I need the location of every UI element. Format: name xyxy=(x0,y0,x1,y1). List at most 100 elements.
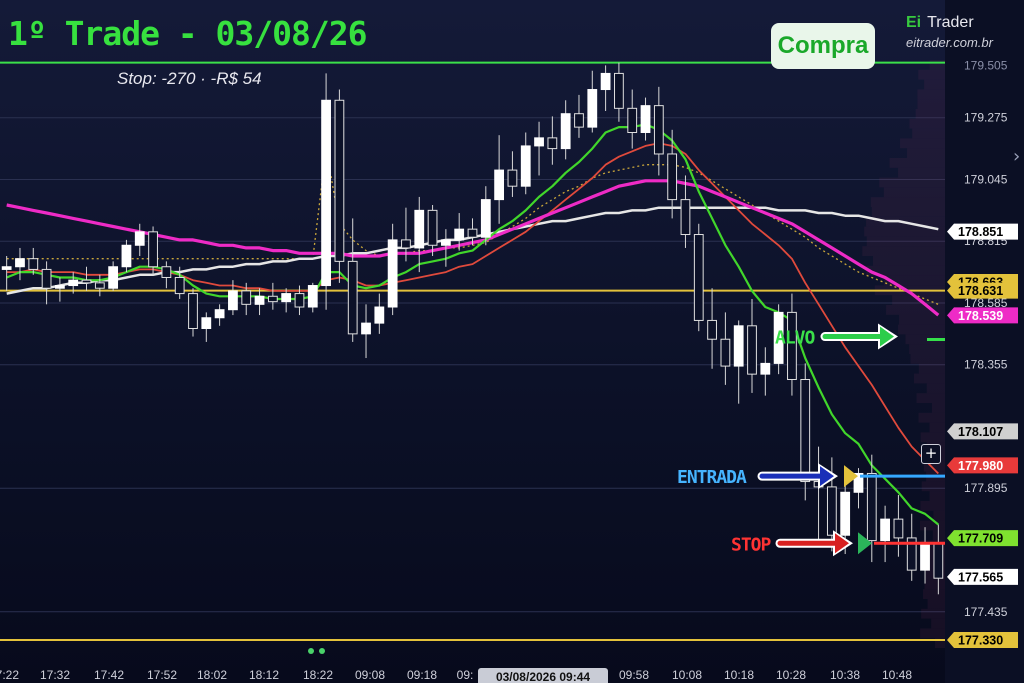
x-tick-label: 09:18 xyxy=(407,668,437,682)
candle-body xyxy=(361,322,371,335)
volume-profile-bar xyxy=(915,109,945,119)
volume-profile-bar xyxy=(926,383,945,394)
candle xyxy=(866,454,877,563)
candle-body xyxy=(81,279,92,284)
candle-body xyxy=(347,260,358,335)
candle-body xyxy=(148,231,158,268)
candle-body xyxy=(454,228,465,241)
ema-fast-line xyxy=(6,123,939,526)
candle-body xyxy=(693,234,704,321)
candle-body xyxy=(55,285,65,289)
candle xyxy=(547,116,558,165)
candle-body xyxy=(667,153,678,201)
x-tick-label: 18:02 xyxy=(197,668,227,682)
candle xyxy=(321,73,331,310)
candle xyxy=(214,304,225,326)
crosshair-plus-icon[interactable]: + xyxy=(921,444,941,464)
price-tag-label: 177.565 xyxy=(958,570,1003,584)
candle xyxy=(161,261,172,289)
label-alvo: ALVO xyxy=(775,328,816,349)
volume-profile-bar xyxy=(870,197,945,207)
price-tag-label: 178.851 xyxy=(958,225,1003,239)
candle xyxy=(387,223,398,316)
candle-body xyxy=(94,282,105,289)
candle-body xyxy=(307,285,318,308)
volume-profile-bar xyxy=(866,236,945,247)
brand-logo: Ei Trader eitrader.com.br xyxy=(906,14,993,50)
candle xyxy=(760,347,771,396)
volume-profile-bar xyxy=(910,354,945,364)
price-tag-label: 178.539 xyxy=(958,309,1003,323)
candle xyxy=(733,320,744,404)
candle-body xyxy=(747,325,757,375)
volume-profile-bar xyxy=(917,89,945,100)
candle-body xyxy=(920,542,930,571)
candle-body xyxy=(294,293,305,308)
volume-profile-bar xyxy=(931,403,945,413)
candle-body xyxy=(480,199,491,238)
candle-body xyxy=(334,99,345,262)
x-tick-label: 10:28 xyxy=(776,668,806,682)
price-tag-label: 177.709 xyxy=(958,532,1003,546)
volume-profile-bar xyxy=(924,79,945,90)
candle-body xyxy=(387,239,398,308)
candle-body xyxy=(15,258,25,268)
candle-body xyxy=(281,293,292,303)
volume-profile-bar xyxy=(907,148,945,158)
candle xyxy=(534,121,544,176)
candle-body xyxy=(627,107,638,133)
arrow-entrada xyxy=(757,463,838,490)
candle xyxy=(680,175,691,248)
candle-body xyxy=(414,209,425,249)
label-entrada: ENTRADA xyxy=(677,467,747,488)
y-tick-label: 179.045 xyxy=(964,172,1008,186)
chevron-right-icon[interactable]: › xyxy=(1013,146,1020,167)
candle-body xyxy=(800,379,811,483)
candle-body xyxy=(68,279,79,287)
candle xyxy=(15,247,25,281)
label-stop: STOP xyxy=(731,534,772,555)
volume-profile-bar xyxy=(913,373,945,384)
candle xyxy=(41,261,52,305)
volume-profile-bar xyxy=(927,599,945,609)
candle xyxy=(201,312,212,342)
candle-body xyxy=(188,293,198,329)
candle-body xyxy=(680,199,691,236)
y-tick-label-top: 179.505 xyxy=(964,58,1008,72)
volume-profile-bar xyxy=(920,628,945,639)
candle-body xyxy=(547,137,558,150)
price-tag: 177.565 xyxy=(947,568,1018,585)
candle xyxy=(427,204,438,256)
volume-profile-bar xyxy=(931,618,945,629)
price-tag-label: 178.107 xyxy=(958,425,1003,439)
brand-prefix: Ei xyxy=(906,14,922,31)
candle xyxy=(560,100,571,160)
volume-profile-bar xyxy=(924,579,945,590)
candle xyxy=(307,282,318,313)
candle xyxy=(640,97,651,141)
volume-profile-bar xyxy=(921,608,945,619)
candle-body xyxy=(574,113,584,128)
candle-body xyxy=(760,362,771,375)
price-chart[interactable]: ALVOENTRADASTOP179.275179.045178.815178.… xyxy=(0,0,1024,683)
candle-body xyxy=(374,306,385,324)
volume-profile-bar xyxy=(920,501,945,511)
candle-body xyxy=(600,72,611,91)
candle xyxy=(707,288,717,369)
session-dot xyxy=(319,648,325,654)
volume-profile-bar xyxy=(912,128,945,139)
volume-profile-bar xyxy=(898,167,945,178)
volume-profile-bar xyxy=(920,432,945,443)
candle xyxy=(906,513,917,581)
candle-body xyxy=(507,169,518,187)
price-tag: 177.709 xyxy=(947,530,1018,547)
candle xyxy=(267,282,278,310)
candle-body xyxy=(467,228,478,238)
candle-body xyxy=(108,266,119,289)
candle-body xyxy=(228,290,238,311)
volume-profile-bar xyxy=(900,138,945,149)
price-tag-label: 177.980 xyxy=(958,459,1003,473)
arrow-alvo xyxy=(820,323,898,350)
candle xyxy=(1,256,12,291)
price-tag: 177.330 xyxy=(947,631,1018,648)
